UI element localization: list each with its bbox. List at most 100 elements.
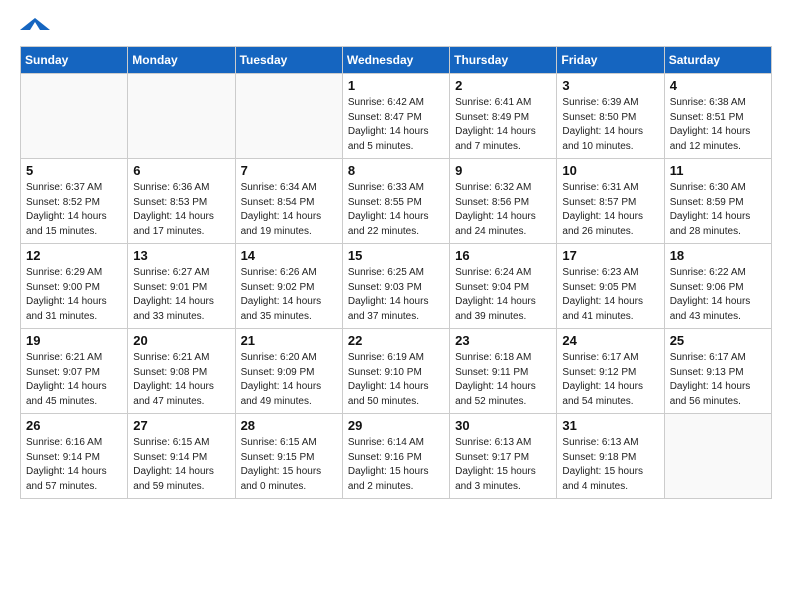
- cell-content: Sunrise: 6:13 AM Sunset: 9:18 PM Dayligh…: [562, 436, 658, 494]
- cell-content: Sunrise: 6:32 AM Sunset: 8:56 PM Dayligh…: [455, 181, 551, 239]
- day-number: 2: [455, 78, 551, 93]
- calendar-cell: 23 Sunrise: 6:18 AM Sunset: 9:11 PM Dayli…: [450, 329, 557, 414]
- logo-icon: [20, 18, 50, 30]
- day-number: 27: [133, 418, 229, 433]
- calendar-cell: 29 Sunrise: 6:14 AM Sunset: 9:16 PM Dayli…: [342, 414, 449, 499]
- day-number: 4: [670, 78, 766, 93]
- cell-content: Sunrise: 6:13 AM Sunset: 9:17 PM Dayligh…: [455, 436, 551, 494]
- calendar-cell: 9Sunrise: 6:32 AM Sunset: 8:56 PM Daylig…: [450, 159, 557, 244]
- calendar-cell: 13 Sunrise: 6:27 AM Sunset: 9:01 PM Dayli…: [128, 244, 235, 329]
- cell-content: Sunrise: 6:19 AM Sunset: 9:10 PM Dayligh…: [348, 351, 444, 409]
- cell-content: Sunrise: 6:27 AM Sunset: 9:01 PM Dayligh…: [133, 266, 229, 324]
- day-number: 6: [133, 163, 229, 178]
- calendar-cell: [21, 74, 128, 159]
- calendar-cell: 25 Sunrise: 6:17 AM Sunset: 9:13 PM Dayli…: [664, 329, 771, 414]
- day-number: 21: [241, 333, 337, 348]
- calendar-cell: 30 Sunrise: 6:13 AM Sunset: 9:17 PM Dayli…: [450, 414, 557, 499]
- day-number: 16: [455, 248, 551, 263]
- calendar-cell: 16 Sunrise: 6:24 AM Sunset: 9:04 PM Dayli…: [450, 244, 557, 329]
- day-number: 18: [670, 248, 766, 263]
- cell-content: Sunrise: 6:16 AM Sunset: 9:14 PM Dayligh…: [26, 436, 122, 494]
- calendar-cell: 31 Sunrise: 6:13 AM Sunset: 9:18 PM Dayli…: [557, 414, 664, 499]
- calendar-cell: 22 Sunrise: 6:19 AM Sunset: 9:10 PM Dayli…: [342, 329, 449, 414]
- day-number: 29: [348, 418, 444, 433]
- cell-content: Sunrise: 6:41 AM Sunset: 8:49 PM Dayligh…: [455, 96, 551, 154]
- day-number: 7: [241, 163, 337, 178]
- col-header-wednesday: Wednesday: [342, 47, 449, 74]
- calendar-cell: 21 Sunrise: 6:20 AM Sunset: 9:09 PM Dayli…: [235, 329, 342, 414]
- col-header-tuesday: Tuesday: [235, 47, 342, 74]
- cell-content: Sunrise: 6:21 AM Sunset: 9:08 PM Dayligh…: [133, 351, 229, 409]
- calendar-cell: 28 Sunrise: 6:15 AM Sunset: 9:15 PM Dayli…: [235, 414, 342, 499]
- calendar-cell: 27 Sunrise: 6:15 AM Sunset: 9:14 PM Dayli…: [128, 414, 235, 499]
- cell-content: Sunrise: 6:33 AM Sunset: 8:55 PM Dayligh…: [348, 181, 444, 239]
- cell-content: Sunrise: 6:37 AM Sunset: 8:52 PM Dayligh…: [26, 181, 122, 239]
- day-number: 3: [562, 78, 658, 93]
- day-number: 1: [348, 78, 444, 93]
- cell-content: Sunrise: 6:17 AM Sunset: 9:12 PM Dayligh…: [562, 351, 658, 409]
- page-header: [20, 20, 772, 30]
- cell-content: Sunrise: 6:34 AM Sunset: 8:54 PM Dayligh…: [241, 181, 337, 239]
- cell-content: Sunrise: 6:29 AM Sunset: 9:00 PM Dayligh…: [26, 266, 122, 324]
- day-number: 14: [241, 248, 337, 263]
- cell-content: Sunrise: 6:23 AM Sunset: 9:05 PM Dayligh…: [562, 266, 658, 324]
- day-number: 13: [133, 248, 229, 263]
- day-number: 8: [348, 163, 444, 178]
- day-number: 30: [455, 418, 551, 433]
- cell-content: Sunrise: 6:30 AM Sunset: 8:59 PM Dayligh…: [670, 181, 766, 239]
- calendar-cell: 11Sunrise: 6:30 AM Sunset: 8:59 PM Dayli…: [664, 159, 771, 244]
- calendar-cell: [128, 74, 235, 159]
- calendar-cell: 20 Sunrise: 6:21 AM Sunset: 9:08 PM Dayli…: [128, 329, 235, 414]
- day-number: 24: [562, 333, 658, 348]
- day-number: 28: [241, 418, 337, 433]
- cell-content: Sunrise: 6:15 AM Sunset: 9:15 PM Dayligh…: [241, 436, 337, 494]
- calendar-cell: [235, 74, 342, 159]
- col-header-monday: Monday: [128, 47, 235, 74]
- day-number: 23: [455, 333, 551, 348]
- col-header-saturday: Saturday: [664, 47, 771, 74]
- cell-content: Sunrise: 6:14 AM Sunset: 9:16 PM Dayligh…: [348, 436, 444, 494]
- day-number: 31: [562, 418, 658, 433]
- cell-content: Sunrise: 6:31 AM Sunset: 8:57 PM Dayligh…: [562, 181, 658, 239]
- col-header-sunday: Sunday: [21, 47, 128, 74]
- cell-content: Sunrise: 6:15 AM Sunset: 9:14 PM Dayligh…: [133, 436, 229, 494]
- day-number: 15: [348, 248, 444, 263]
- cell-content: Sunrise: 6:39 AM Sunset: 8:50 PM Dayligh…: [562, 96, 658, 154]
- calendar-cell: 17 Sunrise: 6:23 AM Sunset: 9:05 PM Dayli…: [557, 244, 664, 329]
- day-number: 10: [562, 163, 658, 178]
- cell-content: Sunrise: 6:26 AM Sunset: 9:02 PM Dayligh…: [241, 266, 337, 324]
- calendar-cell: 8 Sunrise: 6:33 AM Sunset: 8:55 PM Daylig…: [342, 159, 449, 244]
- cell-content: Sunrise: 6:17 AM Sunset: 9:13 PM Dayligh…: [670, 351, 766, 409]
- col-header-friday: Friday: [557, 47, 664, 74]
- cell-content: Sunrise: 6:24 AM Sunset: 9:04 PM Dayligh…: [455, 266, 551, 324]
- cell-content: Sunrise: 6:36 AM Sunset: 8:53 PM Dayligh…: [133, 181, 229, 239]
- cell-content: Sunrise: 6:22 AM Sunset: 9:06 PM Dayligh…: [670, 266, 766, 324]
- day-number: 22: [348, 333, 444, 348]
- calendar-cell: 19Sunrise: 6:21 AM Sunset: 9:07 PM Dayli…: [21, 329, 128, 414]
- calendar-cell: 12 Sunrise: 6:29 AM Sunset: 9:00 PM Dayli…: [21, 244, 128, 329]
- calendar-cell: 18 Sunrise: 6:22 AM Sunset: 9:06 PM Dayli…: [664, 244, 771, 329]
- cell-content: Sunrise: 6:42 AM Sunset: 8:47 PM Dayligh…: [348, 96, 444, 154]
- calendar-cell: 24 Sunrise: 6:17 AM Sunset: 9:12 PM Dayli…: [557, 329, 664, 414]
- calendar-cell: [664, 414, 771, 499]
- day-number: 25: [670, 333, 766, 348]
- cell-content: Sunrise: 6:18 AM Sunset: 9:11 PM Dayligh…: [455, 351, 551, 409]
- cell-content: Sunrise: 6:25 AM Sunset: 9:03 PM Dayligh…: [348, 266, 444, 324]
- logo: [20, 20, 50, 30]
- cell-content: Sunrise: 6:20 AM Sunset: 9:09 PM Dayligh…: [241, 351, 337, 409]
- calendar-cell: 14 Sunrise: 6:26 AM Sunset: 9:02 PM Dayli…: [235, 244, 342, 329]
- calendar-cell: 26 Sunrise: 6:16 AM Sunset: 9:14 PM Dayli…: [21, 414, 128, 499]
- calendar-cell: 7 Sunrise: 6:34 AM Sunset: 8:54 PM Daylig…: [235, 159, 342, 244]
- day-number: 19: [26, 333, 122, 348]
- calendar-cell: 3 Sunrise: 6:39 AM Sunset: 8:50 PM Daylig…: [557, 74, 664, 159]
- day-number: 26: [26, 418, 122, 433]
- day-number: 17: [562, 248, 658, 263]
- col-header-thursday: Thursday: [450, 47, 557, 74]
- day-number: 5: [26, 163, 122, 178]
- calendar-cell: 1 Sunrise: 6:42 AM Sunset: 8:47 PM Daylig…: [342, 74, 449, 159]
- calendar-cell: 10 Sunrise: 6:31 AM Sunset: 8:57 PM Dayli…: [557, 159, 664, 244]
- calendar-cell: 5 Sunrise: 6:37 AM Sunset: 8:52 PM Daylig…: [21, 159, 128, 244]
- day-number: 12: [26, 248, 122, 263]
- calendar-cell: 2 Sunrise: 6:41 AM Sunset: 8:49 PM Daylig…: [450, 74, 557, 159]
- day-number: 20: [133, 333, 229, 348]
